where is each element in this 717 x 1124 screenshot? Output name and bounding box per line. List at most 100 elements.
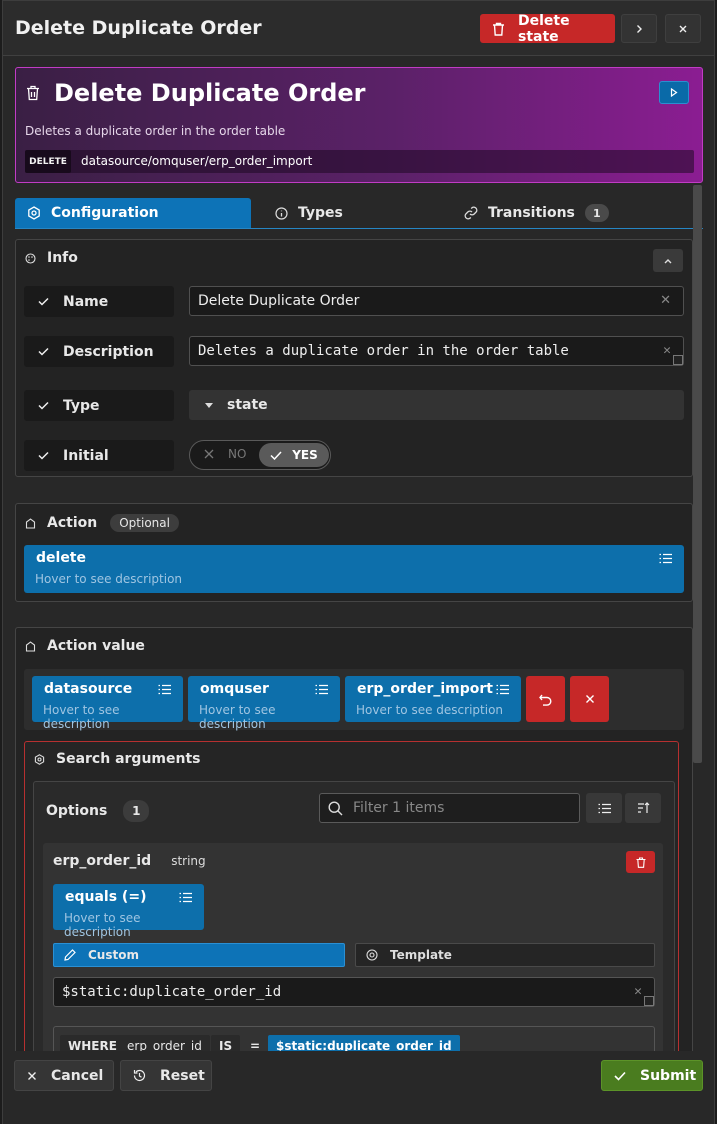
info-icon [275,206,288,220]
options-header: Options 1 [46,800,150,822]
cancel-label: Cancel [51,1067,104,1084]
scrollbar[interactable] [693,185,702,763]
info-title: Info [47,250,78,266]
description-label: Description [24,336,174,367]
list-icon[interactable] [315,684,328,695]
tab-template[interactable]: Template [355,943,655,967]
filter-input[interactable]: Filter 1 items [319,793,580,823]
description-textarea[interactable]: Deletes a duplicate order in the order t… [189,336,684,366]
clear-icon[interactable]: ✕ [660,293,671,308]
argument-type: string [171,854,206,868]
clear-icon[interactable]: ✕ [634,984,642,999]
toggle-yes[interactable]: YES [259,443,329,467]
name-label-text: Name [63,293,109,310]
where-is: IS [211,1035,241,1051]
dialog-body[interactable]: Delete Duplicate Order Deletes a duplica… [3,57,714,1051]
chip-hint: Hover to see description [199,703,276,731]
where-eq: = [250,1039,261,1051]
name-value: Delete Duplicate Order [198,293,360,309]
cancel-button[interactable]: Cancel [14,1060,114,1091]
clear-path-button[interactable] [570,676,609,722]
resize-handle[interactable] [673,355,683,365]
check-icon [38,347,49,356]
house-icon [25,640,36,652]
transitions-count: 1 [584,204,609,222]
chip-hint: Hover to see description [356,703,504,717]
list-icon[interactable] [179,892,192,903]
action-value-header: Action value [25,638,145,654]
initial-label: Initial [24,440,174,471]
action-value-title: Action value [47,638,145,654]
check-icon [270,450,282,460]
toggle-no[interactable]: NO [204,447,246,461]
name-label: Name [24,286,174,317]
reset-label: Reset [160,1067,205,1084]
reset-button[interactable]: Reset [120,1060,212,1091]
dialog-header: Delete Duplicate Order Delete state [3,1,714,56]
collapse-button[interactable] [653,249,683,272]
next-button[interactable] [621,14,657,43]
options-count: 1 [123,800,150,822]
search-title: Search arguments [56,751,201,767]
delete-state-button[interactable]: Delete state [480,12,615,45]
name-input[interactable]: Delete Duplicate Order ✕ [189,286,684,316]
close-icon [679,25,687,32]
delete-argument-button[interactable] [626,851,655,873]
chip-label: erp_order_import [357,681,493,697]
sort-button[interactable] [625,793,661,823]
list-view-button[interactable] [586,793,622,823]
action-chip[interactable]: delete Hover to see description [24,545,684,593]
where-value: $static:duplicate_order_id [268,1035,460,1051]
custom-label: Custom [88,948,139,962]
tab-types[interactable]: Types [275,198,343,228]
trash-icon [636,856,645,868]
list-icon[interactable] [496,684,509,695]
operator-hint: Hover to see description [64,911,141,939]
check-icon [614,1071,626,1081]
tab-configuration[interactable]: Configuration [15,198,251,228]
caret-down-icon [205,402,213,408]
argument-header: erp_order_id string [53,853,206,869]
path-chip-omquser[interactable]: omquser Hover to see description [188,676,340,731]
link-icon [464,206,478,220]
initial-label-text: Initial [63,447,109,464]
tab-label: Types [298,205,343,221]
operator-label: equals (=) [65,889,147,905]
trash-icon [27,85,39,101]
tab-custom[interactable]: Custom [53,943,345,967]
state-banner: Delete Duplicate Order Deletes a duplica… [15,67,703,183]
dialog-footer: Cancel Reset Submit [3,1051,714,1124]
search-arguments-header: Search arguments [34,751,200,767]
close-button[interactable] [665,14,701,43]
resize-handle[interactable] [644,996,654,1006]
tab-label: Configuration [51,205,159,221]
palette-icon [25,252,36,264]
path-chip-datasource[interactable]: datasource Hover to see description [32,676,183,731]
undo-icon [539,694,552,706]
run-button[interactable] [659,81,689,104]
tab-transitions[interactable]: Transitions 1 [464,198,609,228]
submit-button[interactable]: Submit [601,1060,703,1091]
initial-toggle[interactable]: NO YES [189,440,331,470]
delete-state-label: Delete state [517,12,570,45]
check-icon [38,297,49,306]
action-title: Action [47,515,98,531]
chevron-right-icon [637,24,642,33]
list-icon[interactable] [659,553,672,564]
toggle-yes-label: YES [292,448,318,462]
undo-button[interactable] [526,676,565,722]
template-icon [366,949,378,961]
list-icon[interactable] [158,684,171,695]
search-argument-item: erp_order_id string equals (=) Hover to … [43,843,663,1051]
endpoint-path: DELETE datasource/omquser/erp_order_impo… [25,150,694,173]
argument-value-input[interactable]: $static:duplicate_order_id ✕ [53,977,655,1007]
house-icon [25,517,36,529]
history-icon [133,1069,146,1082]
list-icon [598,803,611,813]
clear-icon[interactable]: ✕ [663,343,671,358]
path-chip-erp-order-import[interactable]: erp_order_import Hover to see descriptio… [345,676,521,722]
operator-chip[interactable]: equals (=) Hover to see description [53,884,204,939]
trash-icon [492,22,504,36]
type-select[interactable]: state [189,390,684,420]
where-field: erp_order_id [119,1035,210,1051]
